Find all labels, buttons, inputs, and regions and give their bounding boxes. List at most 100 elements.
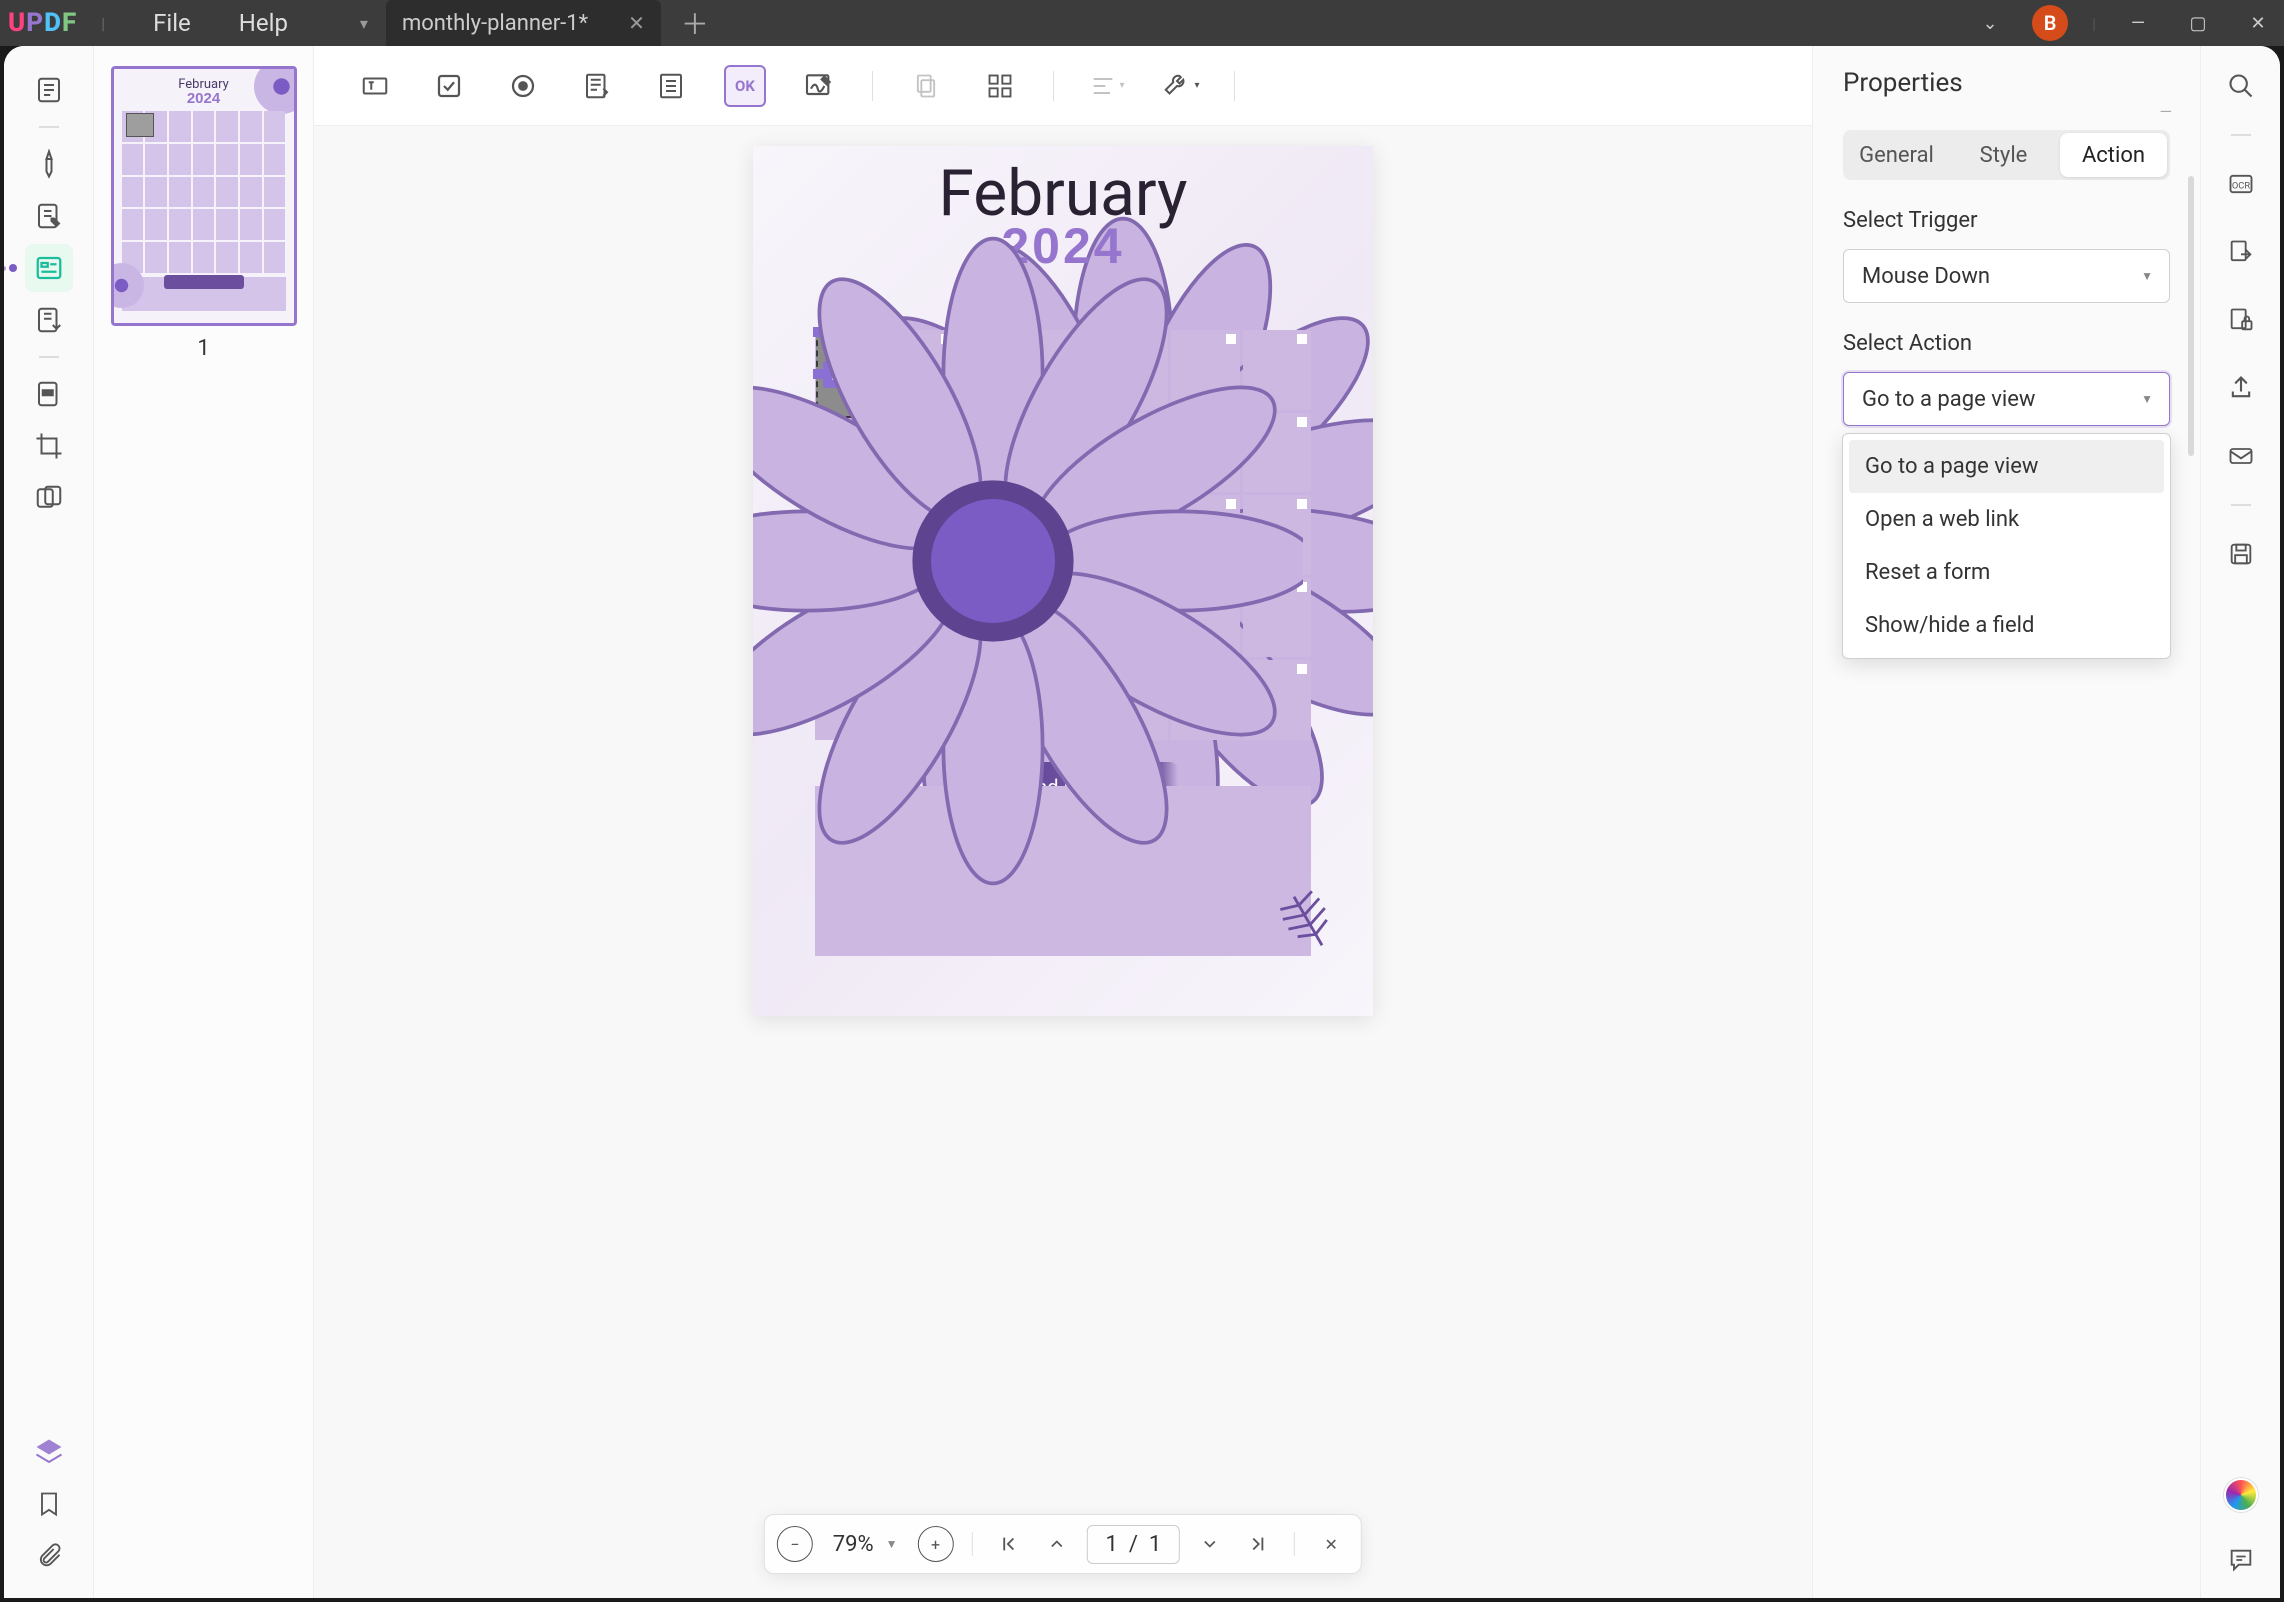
thumbnail-brush xyxy=(164,275,244,289)
organize-tool-icon[interactable] xyxy=(25,296,73,344)
collapse-icon[interactable]: — xyxy=(2160,102,2173,121)
user-avatar[interactable]: B xyxy=(2032,5,2068,41)
edit-tool-icon[interactable] xyxy=(25,192,73,240)
separator xyxy=(972,1532,973,1556)
document-page[interactable]: February 2024 Button1 Notes and Reminder… xyxy=(753,146,1373,1016)
flower-decoration-icon xyxy=(753,146,1303,996)
separator xyxy=(39,126,59,128)
crop-tool-icon[interactable] xyxy=(25,422,73,470)
action-select[interactable]: Go to a page view ▼ Go to a page view Op… xyxy=(1843,372,2170,426)
separator xyxy=(1294,1532,1295,1556)
chevron-down-icon[interactable]: ⌄ xyxy=(1972,5,2008,41)
trigger-label: Select Trigger xyxy=(1843,208,2170,233)
action-option-showhide[interactable]: Show/hide a field xyxy=(1849,599,2164,652)
separator xyxy=(39,356,59,358)
zoom-in-button[interactable]: + xyxy=(918,1526,954,1562)
action-option-goto[interactable]: Go to a page view xyxy=(1849,440,2164,493)
separator xyxy=(2231,504,2251,506)
tab-close-button[interactable]: ✕ xyxy=(628,11,645,35)
grid-tool[interactable] xyxy=(979,65,1021,107)
thumbnail-page-number: 1 xyxy=(197,336,209,361)
title-bar: UPDF | File Help ▾ monthly-planner-1* ✕ … xyxy=(0,0,2284,46)
trigger-select[interactable]: Mouse Down ▼ xyxy=(1843,249,2170,303)
share-icon[interactable] xyxy=(2221,368,2261,408)
thumbnail-panel: February2024 1 xyxy=(94,46,314,1598)
svg-text:OCR: OCR xyxy=(2231,181,2249,192)
signature-tool[interactable] xyxy=(798,65,840,107)
zoom-out-button[interactable]: − xyxy=(777,1526,813,1562)
ai-assistant-icon[interactable] xyxy=(2224,1478,2258,1512)
close-bar-button[interactable]: ✕ xyxy=(1313,1526,1349,1562)
page-thumbnail[interactable]: February2024 xyxy=(111,66,297,326)
text-field-tool[interactable] xyxy=(354,65,396,107)
radio-tool[interactable] xyxy=(502,65,544,107)
convert-icon[interactable] xyxy=(2221,232,2261,272)
separator xyxy=(1234,71,1235,101)
save-icon[interactable] xyxy=(2221,534,2261,574)
protect-icon[interactable] xyxy=(2221,300,2261,340)
caret-down-icon: ▼ xyxy=(2141,269,2153,283)
listbox-tool[interactable] xyxy=(650,65,692,107)
action-dropdown-menu: Go to a page view Open a web link Reset … xyxy=(1842,433,2171,659)
scrollbar[interactable] xyxy=(2188,176,2194,456)
form-toolbar: OK ▾ ▾ xyxy=(314,46,1812,126)
page-controls: − 79% ▼ + 1 / 1 ✕ xyxy=(764,1514,1362,1574)
form-tool-icon[interactable] xyxy=(25,244,73,292)
search-icon[interactable] xyxy=(2221,66,2261,106)
tab-action[interactable]: Action xyxy=(2060,133,2167,177)
next-page-button[interactable] xyxy=(1192,1526,1228,1562)
menu-file[interactable]: File xyxy=(153,9,191,37)
page-indicator[interactable]: 1 / 1 xyxy=(1087,1525,1181,1564)
layers-icon[interactable] xyxy=(25,1428,73,1476)
action-option-reset[interactable]: Reset a form xyxy=(1849,546,2164,599)
tab-title: monthly-planner-1* xyxy=(402,11,588,36)
thumbnail-field xyxy=(126,113,154,137)
first-page-button[interactable] xyxy=(991,1526,1027,1562)
comments-icon[interactable] xyxy=(2221,1540,2261,1580)
bookmark-icon[interactable] xyxy=(25,1480,73,1528)
align-tool[interactable]: ▾ xyxy=(1086,65,1128,107)
attachment-icon[interactable] xyxy=(25,1532,73,1580)
caret-down-icon: ▼ xyxy=(2141,392,2153,406)
tab-style[interactable]: Style xyxy=(1950,130,2057,180)
action-label: Select Action xyxy=(1843,331,2170,356)
tab-list-dropdown[interactable]: ▾ xyxy=(352,11,376,35)
action-option-weblink[interactable]: Open a web link xyxy=(1849,493,2164,546)
separator xyxy=(1053,71,1054,101)
properties-panel: Properties — General Style Action Select… xyxy=(1812,46,2200,1598)
email-icon[interactable] xyxy=(2221,436,2261,476)
new-tab-button[interactable]: ＋ xyxy=(681,3,709,43)
reader-tool-icon[interactable] xyxy=(25,66,73,114)
properties-tabs: General Style Action xyxy=(1843,130,2170,180)
comment-tool-icon[interactable] xyxy=(25,140,73,188)
maximize-button[interactable]: ▢ xyxy=(2180,5,2216,41)
separator: | xyxy=(2092,14,2096,33)
separator xyxy=(872,71,873,101)
canvas: OK ▾ ▾ xyxy=(314,46,1812,1598)
compare-tool-icon[interactable] xyxy=(25,474,73,522)
separator: | xyxy=(101,14,105,33)
properties-title: Properties xyxy=(1843,68,2170,98)
tab-bar: ▾ monthly-planner-1* ✕ ＋ xyxy=(352,0,709,46)
close-button[interactable]: ✕ xyxy=(2240,5,2276,41)
document-tab[interactable]: monthly-planner-1* ✕ xyxy=(386,0,661,46)
prev-page-button[interactable] xyxy=(1039,1526,1075,1562)
menu-help[interactable]: Help xyxy=(239,9,288,37)
copy-tool[interactable] xyxy=(905,65,947,107)
ocr-icon[interactable]: OCR xyxy=(2221,164,2261,204)
checkbox-tool[interactable] xyxy=(428,65,470,107)
redact-tool-icon[interactable] xyxy=(25,370,73,418)
button-tool[interactable]: OK xyxy=(724,65,766,107)
app-logo: UPDF xyxy=(8,8,77,38)
dropdown-tool[interactable] xyxy=(576,65,618,107)
thumbnail-title: February2024 xyxy=(114,77,294,106)
app-frame: February2024 1 OK xyxy=(4,46,2280,1598)
last-page-button[interactable] xyxy=(1240,1526,1276,1562)
tools-dropdown[interactable]: ▾ xyxy=(1160,65,1202,107)
tab-general[interactable]: General xyxy=(1843,130,1950,180)
zoom-level[interactable]: 79% ▼ xyxy=(825,1532,906,1557)
leaf-decoration-icon xyxy=(1273,886,1343,956)
minimize-button[interactable]: — xyxy=(2120,5,2156,41)
separator xyxy=(2231,134,2251,136)
right-toolbar: OCR xyxy=(2200,46,2280,1598)
